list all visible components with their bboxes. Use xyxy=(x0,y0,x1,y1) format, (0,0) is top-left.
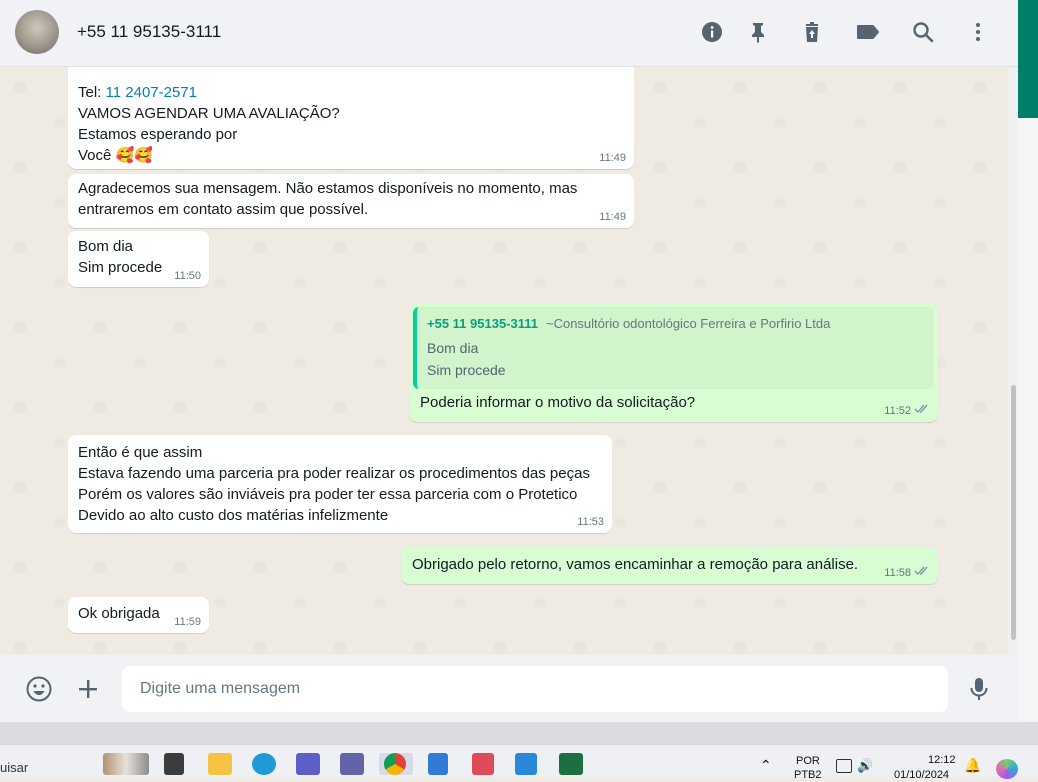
message-text: Tel: 11 2407-2571 xyxy=(78,84,197,101)
search-icon[interactable] xyxy=(911,20,935,44)
message-time: 11:59 xyxy=(174,616,201,628)
message-time: 11:50 xyxy=(174,270,201,282)
chat-header: +55 11 95135-3111 xyxy=(0,0,1018,67)
copilot-icon[interactable] xyxy=(996,759,1018,779)
label-icon[interactable] xyxy=(856,20,880,44)
quote-header: +55 11 95135-3111 ~Consultório odontológi… xyxy=(427,313,924,334)
message-text: Poderia informar o motivo da solicitação… xyxy=(420,394,696,411)
message-text: Então é que assim xyxy=(78,444,203,461)
taskbar-search-text[interactable]: uisar xyxy=(0,761,28,774)
browser-scrollbar-thumb[interactable] xyxy=(1018,0,1038,118)
edge-icon[interactable] xyxy=(252,753,276,775)
message-text: Estava fazendo uma parceria pra poder re… xyxy=(78,465,590,482)
message-incoming[interactable]: Ok obrigada 11:59 xyxy=(68,597,209,633)
pin-icon[interactable] xyxy=(746,20,770,44)
volume-icon[interactable]: 🔊 xyxy=(857,759,873,772)
message-text: Obrigado pelo retorno, vamos encaminhar … xyxy=(412,556,859,573)
chat-area[interactable]: Tel: 11 2407-2571 VAMOS AGENDAR UMA AVAL… xyxy=(0,67,1018,655)
chat-scrollbar-thumb[interactable] xyxy=(1011,385,1016,640)
quote-sender: +55 11 95135-3111 xyxy=(427,316,538,331)
message-time: 11:53 xyxy=(577,516,604,528)
message-incoming[interactable]: Bom dia Sim procede 11:50 xyxy=(68,231,209,287)
message-text: Porém os valores são inviáveis pra poder… xyxy=(78,486,578,503)
message-outgoing[interactable]: +55 11 95135-3111 ~Consultório odontológi… xyxy=(409,303,938,422)
emoji-icon[interactable] xyxy=(26,676,52,702)
message-text: VAMOS AGENDAR UMA AVALIAÇÃO? xyxy=(78,105,340,122)
message-time: 11:52 xyxy=(884,405,911,417)
snipping-tool-icon[interactable] xyxy=(472,753,494,775)
notepad-icon[interactable] xyxy=(428,753,448,775)
teams-icon[interactable] xyxy=(296,753,320,775)
teams-classic-icon[interactable] xyxy=(340,753,364,775)
message-time: 11:49 xyxy=(599,211,626,223)
message-text: Bom dia xyxy=(78,238,134,255)
quote-text: Sim procede xyxy=(427,362,506,378)
excel-icon[interactable] xyxy=(559,753,583,775)
message-time-wrap: 11:52 xyxy=(884,404,930,418)
folder-icon[interactable] xyxy=(208,753,232,775)
os-taskbar: uisar ⌃ POR PTB2 🔊 12:12 01/10/2024 🔔 xyxy=(0,744,1038,781)
double-check-icon xyxy=(914,566,930,579)
delete-icon[interactable] xyxy=(800,20,824,44)
message-input[interactable] xyxy=(122,666,948,712)
quote-text: Bom dia xyxy=(427,340,479,356)
language-indicator[interactable]: POR xyxy=(796,755,820,768)
contact-name[interactable]: +55 11 95135-3111 xyxy=(77,22,221,42)
message-text: Devido ao alto custo dos matérias infeli… xyxy=(78,507,389,524)
message-text xyxy=(78,67,624,82)
message-incoming[interactable]: Agradecemos sua mensagem. Não estamos di… xyxy=(68,174,634,228)
message-time-wrap: 11:58 xyxy=(884,566,930,580)
composer-bar xyxy=(0,655,1018,722)
message-time: 11:58 xyxy=(884,567,911,579)
message-text: Estamos esperando por xyxy=(78,126,238,143)
notification-bell-icon[interactable]: 🔔 xyxy=(964,758,981,772)
quoted-message[interactable]: +55 11 95135-3111 ~Consultório odontológi… xyxy=(413,307,934,389)
message-text: Você 🥰🥰 xyxy=(78,147,153,164)
message-time: 11:49 xyxy=(599,152,626,164)
chevron-up-icon[interactable]: ⌃ xyxy=(760,758,772,772)
mic-icon[interactable] xyxy=(966,676,992,702)
menu-icon[interactable] xyxy=(966,20,990,44)
taskbar-widget-icon[interactable] xyxy=(103,753,149,775)
chrome-active-indicator[interactable] xyxy=(379,753,413,775)
message-outgoing[interactable]: Obrigado pelo retorno, vamos encaminhar … xyxy=(401,547,938,584)
taskbar-task-view-icon[interactable] xyxy=(164,753,184,775)
info-icon[interactable] xyxy=(700,20,724,44)
window-bottom-edge xyxy=(0,722,1038,744)
double-check-icon xyxy=(914,404,930,417)
network-icon[interactable] xyxy=(836,759,852,773)
message-incoming[interactable]: Então é que assim Estava fazendo uma par… xyxy=(68,435,612,533)
message-incoming[interactable]: Tel: 11 2407-2571 VAMOS AGENDAR UMA AVAL… xyxy=(68,67,634,169)
plus-icon[interactable] xyxy=(75,676,101,702)
photos-icon[interactable] xyxy=(515,753,537,775)
quote-sender-note: ~Consultório odontológico Ferreira e Por… xyxy=(545,316,831,331)
phone-link[interactable]: 11 2407-2571 xyxy=(106,84,197,101)
message-text: Agradecemos sua mensagem. Não estamos di… xyxy=(78,180,578,197)
clock-time[interactable]: 12:12 xyxy=(928,754,956,767)
chrome-icon xyxy=(384,753,406,775)
message-text: entraremos em contato assim que possível… xyxy=(78,201,369,218)
contact-avatar[interactable] xyxy=(15,10,59,54)
